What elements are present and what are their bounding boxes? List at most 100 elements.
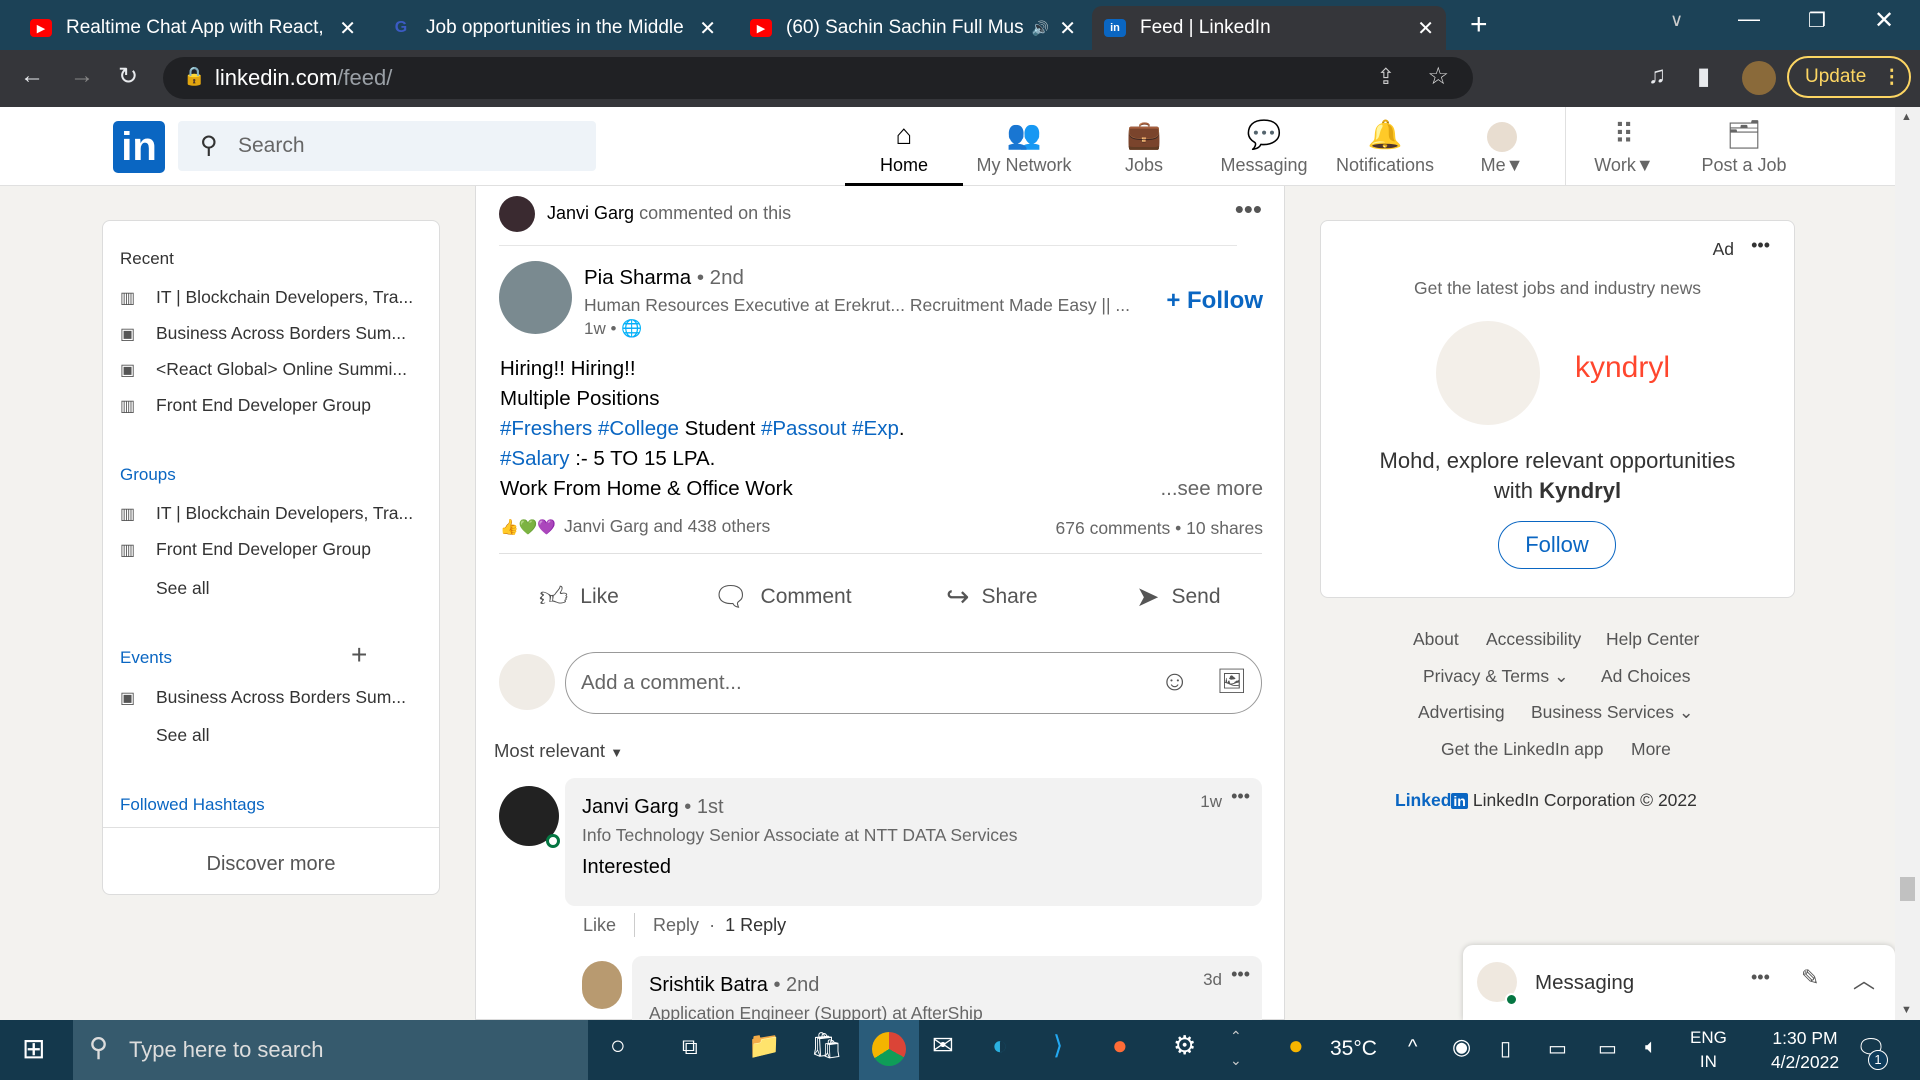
scrollbar-thumb[interactable] (1900, 877, 1915, 901)
footer-accessibility[interactable]: Accessibility (1486, 629, 1581, 650)
taskbar-search-input[interactable]: ⚲ Type here to search (73, 1020, 588, 1080)
comment-reply-button[interactable]: Reply (653, 915, 699, 936)
linkedin-logo[interactable]: in (113, 121, 165, 173)
menu-icon[interactable]: ⋮ (1882, 66, 1901, 89)
events-see-all[interactable]: See all (156, 725, 210, 746)
groups-see-all[interactable]: See all (156, 578, 210, 599)
view-replies-link[interactable]: 1 Reply (725, 915, 786, 936)
close-icon[interactable]: ✕ (1417, 16, 1434, 41)
postman-icon[interactable]: ● (1112, 1030, 1128, 1061)
file-explorer-icon[interactable]: 📁 (748, 1030, 780, 1061)
share-button[interactable]: ↪ Share (946, 580, 1038, 613)
recent-item[interactable]: ▥ IT | Blockchain Developers, Tra... (120, 287, 413, 308)
follow-button[interactable]: + Follow (1166, 287, 1263, 315)
window-close-button[interactable]: ✕ (1874, 6, 1894, 35)
recent-item[interactable]: ▥ Front End Developer Group (120, 395, 371, 416)
more-options-icon[interactable]: ••• (1751, 235, 1770, 256)
edge-icon[interactable]: ◐ (992, 1030, 1008, 1061)
footer-help-center[interactable]: Help Center (1606, 629, 1699, 650)
comment-button[interactable]: 🗨 Comment (713, 580, 852, 613)
more-options-icon[interactable]: ••• (1751, 967, 1770, 988)
battery-icon[interactable]: ▭ (1598, 1036, 1617, 1061)
nav-messaging[interactable]: 💬 Messaging (1205, 115, 1323, 186)
close-icon[interactable]: ✕ (699, 16, 716, 41)
nav-post-a-job[interactable]: 🗂 Post a Job (1685, 115, 1803, 186)
sort-dropdown[interactable]: Most relevant ▼ (494, 740, 623, 762)
more-options-icon[interactable]: ••• (1231, 786, 1250, 807)
nav-work[interactable]: ⠿ Work▼ (1565, 115, 1683, 186)
settings-gear-icon[interactable]: ⚙ (1173, 1030, 1196, 1061)
reactions-summary[interactable]: 👍💚💜 Janvi Garg and 438 others (500, 516, 770, 537)
scroll-up-icon[interactable]: ▲ (1901, 111, 1912, 123)
reload-icon[interactable]: ↻ (118, 62, 138, 91)
ad-follow-button[interactable]: Follow (1498, 521, 1616, 569)
language-indicator[interactable]: ENG IN (1690, 1026, 1727, 1074)
more-options-icon[interactable]: ••• (1231, 964, 1250, 985)
store-icon[interactable]: 🛍 (810, 1030, 843, 1061)
see-more-link[interactable]: ...see more (1160, 474, 1263, 504)
side-panel-icon[interactable]: ▮ (1697, 62, 1710, 91)
taskbar-scroll-icon[interactable]: ⌃ ⌄ (1230, 1024, 1242, 1072)
add-event-icon[interactable]: + (351, 639, 367, 671)
send-button[interactable]: ➤ Send (1136, 580, 1221, 613)
hashtag-link[interactable]: #Freshers (500, 417, 592, 440)
comment-input[interactable]: Add a comment... ☺ 🖼 (565, 652, 1262, 714)
event-item[interactable]: ▣ Business Across Borders Sum... (120, 687, 406, 708)
tab-linkedin-feed[interactable]: in Feed | LinkedIn ✕ (1092, 6, 1446, 50)
author-avatar[interactable] (499, 261, 572, 334)
close-icon[interactable]: ✕ (1059, 16, 1076, 41)
nav-jobs[interactable]: 💼 Jobs (1085, 115, 1203, 186)
nav-me[interactable]: Me▼ (1443, 115, 1561, 186)
scroll-down-icon[interactable]: ▼ (1901, 1004, 1912, 1016)
hashtag-link[interactable]: #Salary (500, 447, 570, 470)
image-icon[interactable]: 🖼 (1217, 667, 1247, 696)
more-options-icon[interactable]: ••• (1235, 194, 1262, 225)
camera-icon[interactable]: ▯ (1500, 1036, 1511, 1061)
events-link[interactable]: Events (120, 648, 172, 668)
cortana-icon[interactable]: ○ (610, 1030, 626, 1061)
close-icon[interactable]: ✕ (339, 16, 356, 41)
followed-hashtags-link[interactable]: Followed Hashtags (120, 795, 265, 815)
url-bar[interactable]: 🔒 linkedin.com/feed/ ⇪ ☆ (163, 57, 1473, 99)
speaker-icon[interactable]: 🔊 (1032, 20, 1049, 37)
footer-advertising[interactable]: Advertising (1418, 702, 1505, 723)
discover-more-button[interactable]: Discover more (103, 853, 439, 876)
emoji-icon[interactable]: ☺ (1160, 665, 1189, 697)
weather-temp[interactable]: 35°C (1330, 1037, 1377, 1061)
group-item[interactable]: ▥ Front End Developer Group (120, 539, 371, 560)
new-tab-button[interactable]: + (1470, 8, 1488, 42)
recent-item[interactable]: ▣ <React Global> Online Summi... (120, 359, 407, 380)
compose-icon[interactable]: ✎ (1801, 965, 1819, 991)
comment-like-button[interactable]: Like (583, 915, 616, 936)
chevron-up-icon[interactable]: ︿ (1853, 963, 1875, 995)
vscode-icon[interactable]: ⟩ (1053, 1030, 1063, 1061)
minimize-button[interactable]: — (1738, 6, 1760, 32)
hashtag-link[interactable]: #Passout (761, 417, 846, 440)
footer-about[interactable]: About (1413, 629, 1459, 650)
tab-music[interactable]: ▶ (60) Sachin Sachin Full Music 🔊 ✕ (738, 6, 1088, 50)
search-input[interactable]: ⚲ Search (178, 121, 596, 171)
hashtag-link[interactable]: #Exp (852, 417, 899, 440)
messaging-panel[interactable]: Messaging ••• ✎ ︿ (1463, 945, 1895, 1020)
restore-button[interactable]: ❐ (1808, 8, 1826, 33)
page-scrollbar[interactable]: ▲ ▼ (1895, 107, 1920, 1020)
footer-more[interactable]: More (1631, 739, 1671, 760)
update-button[interactable]: Update ⋮ (1787, 56, 1911, 98)
tab-jobs[interactable]: G Job opportunities in the Middle E ✕ (378, 6, 728, 50)
tab-chat-app[interactable]: ▶ Realtime Chat App with React, No ✕ (18, 6, 368, 50)
chrome-icon[interactable] (859, 1020, 919, 1080)
record-icon[interactable]: ◉ (1452, 1034, 1471, 1060)
share-icon[interactable]: ⇪ (1377, 64, 1395, 90)
tab-search-icon[interactable]: ∨ (1670, 10, 1683, 31)
footer-ad-choices[interactable]: Ad Choices (1601, 666, 1691, 687)
nav-notifications[interactable]: 🔔 Notifications (1325, 115, 1445, 186)
recent-item[interactable]: ▣ Business Across Borders Sum... (120, 323, 406, 344)
group-item[interactable]: ▥ IT | Blockchain Developers, Tra... (120, 503, 413, 524)
network-icon[interactable]: ▭ (1548, 1036, 1567, 1061)
groups-link[interactable]: Groups (120, 465, 176, 485)
footer-business-services[interactable]: Business Services ⌄ (1531, 702, 1694, 723)
volume-icon[interactable]: 🔈︎ (1645, 1036, 1657, 1059)
post-stats[interactable]: 676 comments • 10 shares (1056, 518, 1263, 539)
back-icon[interactable]: ← (20, 62, 44, 90)
forward-icon[interactable]: → (70, 62, 94, 90)
